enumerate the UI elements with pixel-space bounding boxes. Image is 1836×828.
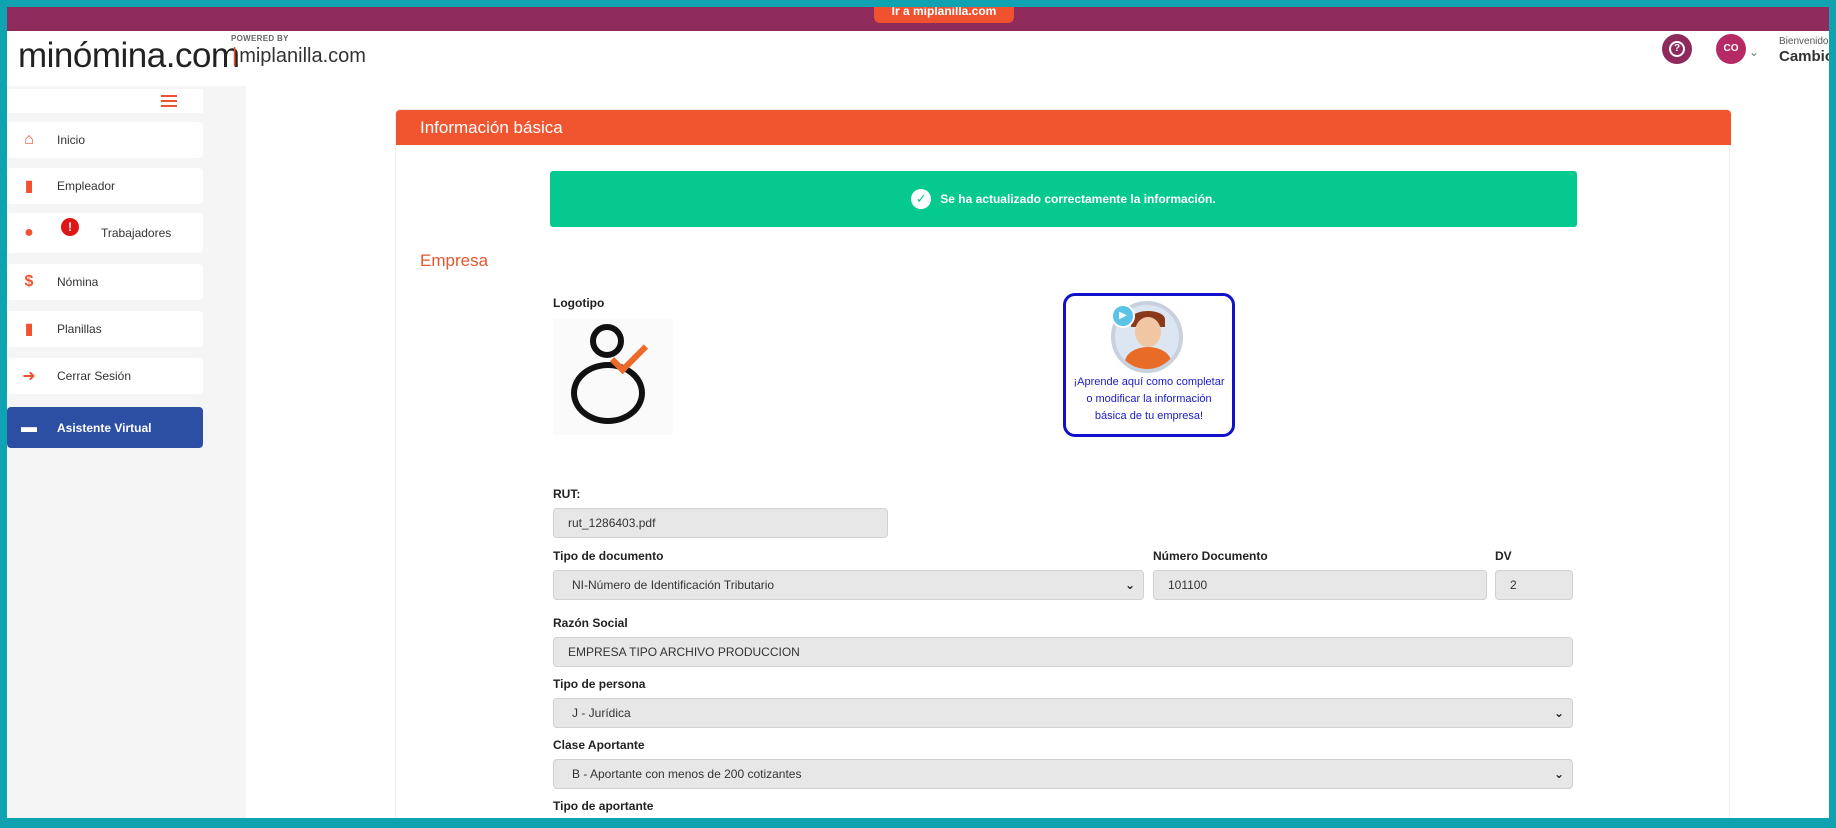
tutorial-text: ¡Aprende aquí como completar o modificar… [1073, 376, 1225, 422]
contributor-type-label: Tipo de aportante [553, 799, 654, 813]
help-icon: ? [1669, 41, 1685, 57]
powered-by-label: POWERED BY [231, 34, 289, 43]
sidebar-item-label: Nómina [57, 275, 99, 289]
document-type-value: NI-Número de Identificación Tributario [572, 578, 775, 592]
menu-toggle-button[interactable] [7, 89, 203, 113]
sidebar-item-empleador[interactable]: ▮ Empleador [7, 168, 203, 204]
contributor-class-select[interactable]: B - Aportante con menos de 200 cotizante… [553, 759, 1573, 789]
check-circle-icon: ✓ [911, 189, 932, 209]
document-number-field[interactable]: 101100 [1153, 570, 1487, 600]
person-type-select[interactable]: J - Jurídica ⌄ [553, 698, 1573, 728]
sidebar-item-label: Trabajadores [101, 226, 172, 240]
home-icon: ⌂ [24, 131, 34, 148]
welcome-text: Bienvenido [1779, 36, 1829, 47]
sidebar-item-asistente-virtual[interactable]: ▬ Asistente Virtual [7, 407, 203, 448]
user-name: Cambio [1779, 48, 1835, 65]
card-header: Información básica [396, 110, 1731, 145]
badge-icon: ▮ [24, 321, 34, 338]
sidebar-item-planillas[interactable]: ▮ Planillas [7, 311, 203, 347]
user-avatar[interactable]: CO [1716, 34, 1746, 64]
sidebar-item-nomina[interactable]: $ Nómina [7, 264, 203, 300]
brand-logo[interactable]: minómina.com [18, 36, 240, 76]
partner-logo[interactable]: miplanilla.com [232, 45, 366, 68]
chevron-down-icon[interactable]: ⌄ [1749, 45, 1759, 59]
contributor-type-select[interactable] [553, 820, 1573, 828]
top-bar: Ir a miplanilla.com [0, 0, 1836, 31]
dv-field[interactable]: 2 [1495, 570, 1573, 600]
rut-label: RUT: [553, 487, 581, 501]
help-button[interactable]: ? [1662, 34, 1692, 64]
sidebar-item-label: Planillas [57, 322, 102, 336]
contributor-class-value: B - Aportante con menos de 200 cotizante… [572, 767, 802, 781]
business-name-field[interactable]: EMPRESA TIPO ARCHIVO PRODUCCION [553, 637, 1573, 667]
sidebar-item-label: Asistente Virtual [57, 420, 152, 435]
success-alert: ✓ Se ha actualizado correctamente la inf… [550, 171, 1577, 227]
header: minómina.com POWERED BY miplanilla.com ?… [0, 31, 1836, 86]
users-icon: ● [24, 224, 34, 241]
sidebar: ⌂ Inicio ▮ Empleador ● ! Trabajadores $ … [0, 86, 246, 828]
chevron-down-icon: ⌄ [1553, 767, 1564, 781]
sidebar-item-cerrar-sesion[interactable]: ➜ Cerrar Sesión [7, 358, 203, 394]
person-type-label: Tipo de persona [553, 677, 646, 691]
chat-icon: ▬ [21, 418, 37, 436]
logout-icon: ➜ [22, 368, 36, 385]
logo-shape [571, 362, 645, 424]
badge-icon: ▮ [24, 178, 34, 195]
dollar-icon: $ [24, 273, 34, 290]
document-type-label: Tipo de documento [553, 549, 664, 563]
success-message: Se ha actualizado correctamente la infor… [940, 192, 1216, 206]
chevron-down-icon: ⌄ [1553, 706, 1564, 720]
alert-icon: ! [61, 218, 79, 236]
hamburger-icon [161, 95, 177, 107]
sidebar-item-inicio[interactable]: ⌂ Inicio [7, 122, 203, 158]
basic-info-card: Información básica ✓ Se ha actualizado c… [395, 109, 1731, 828]
tutorial-video-card[interactable]: ▶ ¡Aprende aquí como completar o modific… [1063, 293, 1235, 437]
contributor-class-label: Clase Aportante [553, 738, 645, 752]
business-name-label: Razón Social [553, 616, 628, 630]
document-type-select[interactable]: NI-Número de Identificación Tributario ⌄ [553, 570, 1144, 600]
person-type-value: J - Jurídica [572, 706, 631, 720]
rut-file-field[interactable]: rut_1286403.pdf [553, 508, 888, 538]
sidebar-item-label: Cerrar Sesión [57, 369, 132, 383]
dv-label: DV [1495, 549, 1512, 563]
sidebar-item-trabajadores[interactable]: ● ! Trabajadores [7, 213, 203, 253]
play-icon: ▶ [1111, 304, 1135, 328]
sidebar-item-label: Empleador [57, 179, 116, 193]
chevron-down-icon: ⌄ [1124, 578, 1135, 592]
page-title: Información básica [420, 118, 563, 137]
miplanilla-link[interactable]: Ir a miplanilla.com [874, 0, 1014, 23]
section-title: Empresa [420, 251, 489, 270]
document-number-label: Número Documento [1153, 549, 1268, 563]
sidebar-item-label: Inicio [57, 133, 86, 147]
company-logo-image[interactable] [553, 318, 673, 435]
logo-label: Logotipo [553, 296, 605, 310]
